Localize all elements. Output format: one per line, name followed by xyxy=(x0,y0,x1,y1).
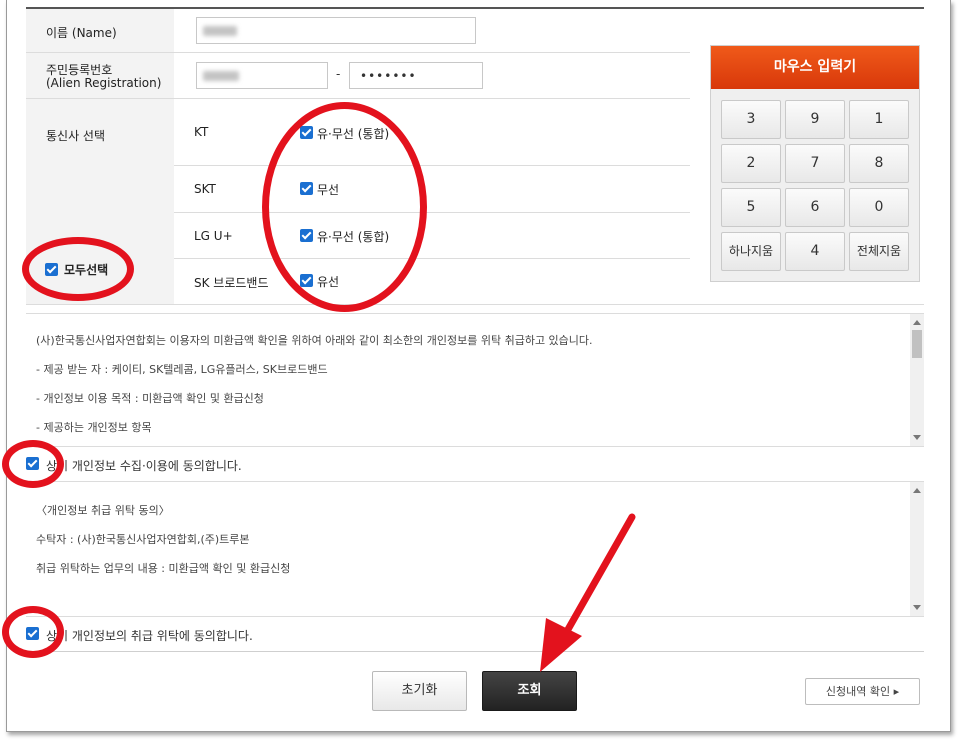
arrow-shaft xyxy=(558,513,636,644)
annotation-arrow xyxy=(540,513,636,672)
arrow-head xyxy=(540,618,582,672)
